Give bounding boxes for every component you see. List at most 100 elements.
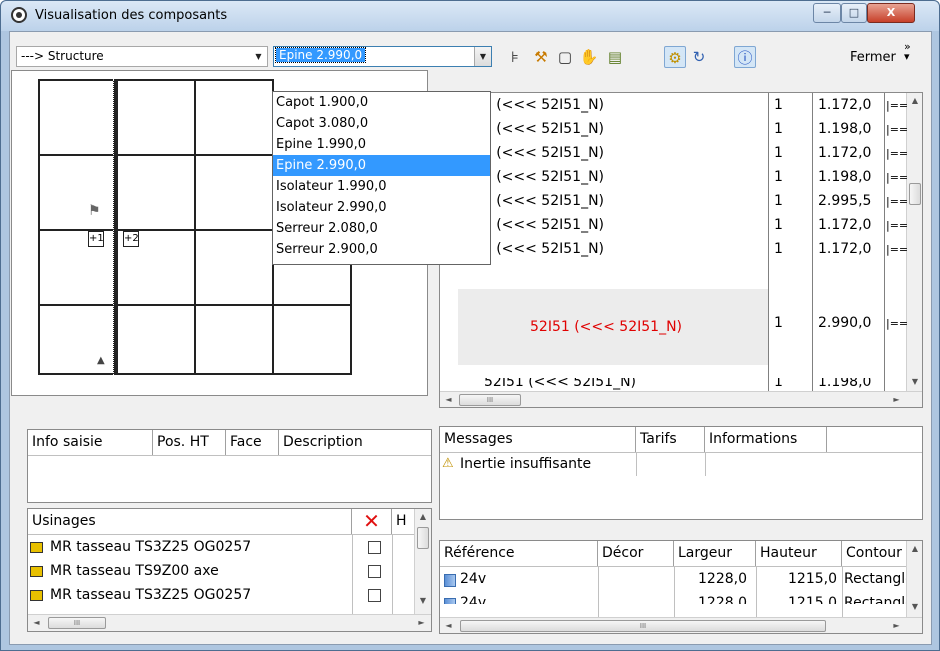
- close-button[interactable]: X: [867, 3, 915, 23]
- dropdown-option[interactable]: Isolateur 1.990,0: [273, 176, 490, 197]
- grid-cell[interactable]: [116, 154, 196, 231]
- calendar-icon[interactable]: ▤: [604, 46, 626, 68]
- part-dropdown-list[interactable]: Capot 1.900,0 Capot 3.080,0 Epine 1.990,0 E…: [272, 91, 491, 265]
- tools-icon[interactable]: ⚒: [530, 46, 552, 68]
- drill-icon[interactable]: ⚙: [664, 46, 686, 68]
- column-description[interactable]: Description: [279, 430, 432, 455]
- grid-cell[interactable]: [38, 154, 118, 231]
- info-icon[interactable]: ⓘ: [734, 46, 756, 68]
- structure-combo[interactable]: ---> Structure ▼: [16, 46, 268, 67]
- column-contour[interactable]: Contour: [842, 541, 906, 566]
- scroll-left-icon[interactable]: ◄: [440, 392, 457, 407]
- references-hscroll[interactable]: ◄ III ►: [440, 617, 922, 633]
- dropdown-option[interactable]: Serreur 2.080,0: [273, 218, 490, 239]
- dropdown-option[interactable]: Epine 1.990,0: [273, 134, 490, 155]
- column-messages[interactable]: Messages: [440, 427, 636, 452]
- column-divider: [812, 93, 813, 391]
- grid-cell[interactable]: [38, 229, 118, 306]
- column-tarifs[interactable]: Tarifs: [636, 427, 705, 452]
- dropdown-option[interactable]: Epine 2.990,0: [273, 155, 490, 176]
- component-row[interactable]: 52I51 (<<< 52I51_N) 1 1.198,0 |==: [440, 166, 908, 189]
- height-icon[interactable]: ⊧: [504, 46, 526, 68]
- components-vscroll[interactable]: ▲ ▼: [906, 93, 922, 391]
- checkbox[interactable]: [368, 541, 381, 554]
- hand-icon[interactable]: ✋: [578, 46, 600, 68]
- fermer-button[interactable]: Fermer: [850, 50, 896, 65]
- grid-cell[interactable]: [116, 304, 196, 375]
- reference-row[interactable]: 24v 1228,0 1215,0 Rectangle: [440, 568, 906, 591]
- scroll-up-icon[interactable]: ▲: [415, 509, 431, 525]
- usinages-vscroll[interactable]: ▲ ▼: [414, 509, 431, 614]
- column-face[interactable]: Face: [226, 430, 279, 455]
- grid-cell[interactable]: [194, 79, 274, 156]
- marker-1[interactable]: +1: [88, 231, 104, 247]
- grid-cell[interactable]: [272, 304, 352, 375]
- column-reference[interactable]: Référence: [440, 541, 598, 566]
- scroll-down-icon[interactable]: ▼: [907, 374, 922, 390]
- grid-cell[interactable]: [194, 229, 274, 306]
- component-row-highlight[interactable]: 52I51 (<<< 52I51_N): [458, 289, 768, 365]
- grid-cell[interactable]: [116, 79, 196, 156]
- component-row[interactable]: 52I51 (<<< 52I51_N) 1 1.198,0 |==: [440, 118, 908, 141]
- usinage-row[interactable]: MR tasseau TS3Z25 OG0257: [28, 584, 414, 607]
- column-info-saisie[interactable]: Info saisie: [28, 430, 153, 455]
- scroll-thumb[interactable]: [417, 527, 429, 549]
- grid-cell[interactable]: [194, 154, 274, 231]
- dropdown-option[interactable]: Serreur 2.900,0: [273, 239, 490, 260]
- part-combo[interactable]: Epine 2.990,0 ▼: [273, 46, 492, 67]
- column-largeur[interactable]: Largeur: [674, 541, 756, 566]
- scroll-thumb[interactable]: [909, 183, 921, 205]
- checkbox[interactable]: [368, 589, 381, 602]
- scroll-up-icon[interactable]: ▲: [907, 541, 922, 557]
- dropdown-option[interactable]: Capot 1.900,0: [273, 92, 490, 113]
- components-hscroll[interactable]: ◄ III ►: [440, 391, 922, 407]
- column-usinages[interactable]: Usinages: [28, 509, 352, 534]
- rotate-icon[interactable]: ↻: [688, 46, 710, 68]
- title-bar[interactable]: Visualisation des composants ─ □ X: [1, 1, 939, 31]
- scroll-left-icon[interactable]: ◄: [440, 618, 457, 633]
- component-row-partial[interactable]: 52I51 (<<< 52I51_N) 1 1.198,0: [440, 378, 906, 391]
- marker-2[interactable]: +2: [123, 231, 139, 247]
- scroll-right-icon[interactable]: ►: [413, 615, 430, 631]
- chevron-down-icon[interactable]: ▼: [250, 47, 267, 66]
- scroll-thumb[interactable]: III: [460, 620, 826, 632]
- scroll-thumb[interactable]: III: [459, 394, 521, 406]
- scroll-up-icon[interactable]: ▲: [907, 93, 922, 109]
- usinages-hscroll[interactable]: ◄ III ►: [28, 614, 431, 631]
- grid-cell[interactable]: [38, 79, 118, 156]
- column-hauteur[interactable]: Hauteur: [756, 541, 842, 566]
- rectangle-icon[interactable]: ▢: [554, 46, 576, 68]
- component-row[interactable]: 52I51 (<<< 52I51_N) 1 1.172,0 |==: [440, 142, 908, 165]
- column-h[interactable]: H: [392, 509, 414, 534]
- component-row[interactable]: 52I51 (<<< 52I51_N) 1 2.995,5 |==: [440, 190, 908, 213]
- component-row[interactable]: 52I51 (<<< 52I51_N) 1 1.172,0 |==: [440, 238, 908, 261]
- minimize-button[interactable]: ─: [813, 3, 841, 23]
- usinage-row[interactable]: MR tasseau TS9Z00 axe: [28, 560, 414, 583]
- scroll-thumb[interactable]: III: [48, 617, 106, 629]
- reference-row[interactable]: 24v 1228,0 1215,0 Rectangle: [440, 592, 906, 604]
- usinage-row[interactable]: MR tasseau TS3Z25 OG0257: [28, 536, 414, 559]
- column-decor[interactable]: Décor: [598, 541, 674, 566]
- grid-cell[interactable]: [194, 304, 274, 375]
- component-row[interactable]: 52I51 (<<< 52I51_N) 1 1.172,0 |==: [440, 94, 908, 117]
- grid-cell[interactable]: [38, 304, 118, 375]
- scroll-left-icon[interactable]: ◄: [28, 615, 45, 631]
- panel-icon: [444, 598, 456, 604]
- delete-icon[interactable]: ✕: [352, 509, 392, 534]
- vertical-spine[interactable]: [113, 79, 118, 375]
- component-row[interactable]: 52I51 (<<< 52I51_N) 1 1.172,0 |==: [440, 214, 908, 237]
- chevron-down-icon[interactable]: ▼: [474, 47, 491, 66]
- toolbar-overflow-icon[interactable]: » ▾: [904, 41, 911, 62]
- dropdown-option[interactable]: Isolateur 2.990,0: [273, 197, 490, 218]
- references-vscroll[interactable]: ▲ ▼: [906, 541, 922, 617]
- scroll-right-icon[interactable]: ►: [888, 618, 905, 633]
- column-informations[interactable]: Informations: [705, 427, 827, 452]
- message-row[interactable]: ⚠ Inertie insuffisante: [440, 453, 922, 476]
- scroll-down-icon[interactable]: ▼: [907, 599, 922, 615]
- scroll-down-icon[interactable]: ▼: [415, 593, 431, 609]
- maximize-button[interactable]: □: [841, 3, 867, 23]
- scroll-right-icon[interactable]: ►: [888, 392, 905, 407]
- column-pos-ht[interactable]: Pos. HT: [153, 430, 226, 455]
- dropdown-option[interactable]: Capot 3.080,0: [273, 113, 490, 134]
- checkbox[interactable]: [368, 565, 381, 578]
